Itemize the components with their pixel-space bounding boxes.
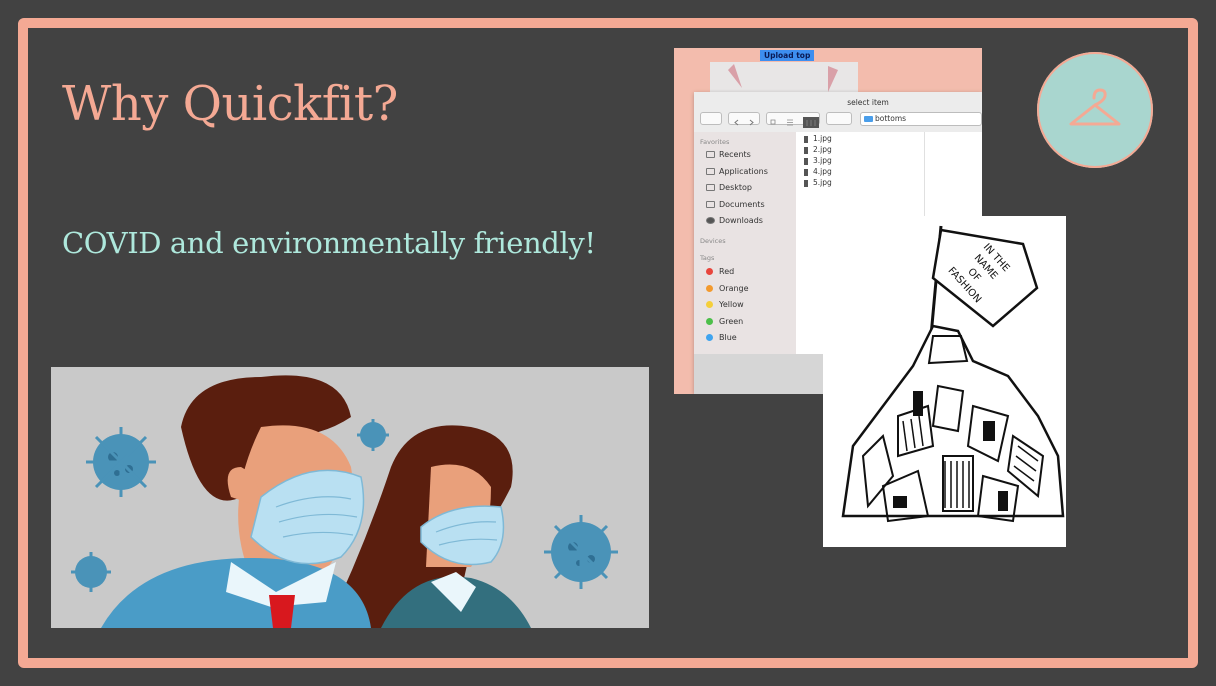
back-forward-icon[interactable] xyxy=(728,112,760,126)
quickfit-logo xyxy=(1037,52,1153,168)
downloads-icon xyxy=(706,217,715,224)
file-item[interactable]: 5.jpg xyxy=(804,178,832,187)
file-icon xyxy=(804,179,808,187)
tag-red[interactable]: Red xyxy=(706,267,734,276)
file-icon xyxy=(804,157,808,165)
sidebar-item-recents[interactable]: Recents xyxy=(706,150,751,159)
sidebar-item-applications[interactable]: Applications xyxy=(706,167,768,176)
file-icon xyxy=(804,168,808,176)
view-mode-icon[interactable] xyxy=(766,112,820,128)
finder-window-title: select item xyxy=(847,98,889,107)
finder-sidebar: Favorites Recents Applications Desktop D… xyxy=(694,132,796,354)
file-icon xyxy=(804,146,808,154)
yellow-tag-icon xyxy=(706,301,713,308)
tag-orange[interactable]: Orange xyxy=(706,284,749,293)
covid-masks-illustration xyxy=(51,367,649,628)
slide-title: Why Quickfit? xyxy=(62,76,398,132)
tags-header: Tags xyxy=(700,254,715,262)
desktop-icon xyxy=(706,184,715,191)
arrange-icon[interactable] xyxy=(826,112,852,125)
file-item[interactable]: 2.jpg xyxy=(804,145,832,154)
green-tag-icon xyxy=(706,318,713,325)
blue-tag-icon xyxy=(706,334,713,341)
upload-top-button[interactable]: Upload top xyxy=(760,50,815,61)
file-item[interactable]: 4.jpg xyxy=(804,167,832,176)
favorites-header: Favorites xyxy=(700,138,730,146)
sidebar-item-desktop[interactable]: Desktop xyxy=(706,183,752,192)
folder-dropdown[interactable]: bottoms xyxy=(860,112,982,126)
file-item[interactable]: 3.jpg xyxy=(804,156,832,165)
tag-yellow[interactable]: Yellow xyxy=(706,300,744,309)
devices-header: Devices xyxy=(700,237,726,245)
red-tag-icon xyxy=(706,268,713,275)
recents-icon xyxy=(706,151,715,158)
sidebar-item-downloads[interactable]: Downloads xyxy=(706,216,763,225)
file-icon xyxy=(804,135,808,143)
file-item[interactable]: 1.jpg xyxy=(804,134,832,143)
tag-blue[interactable]: Blue xyxy=(706,333,737,342)
tag-green[interactable]: Green xyxy=(706,317,743,326)
fashion-waste-sketch: IN THE NAME OF FASHION xyxy=(823,216,1066,547)
documents-icon xyxy=(706,201,715,208)
applications-icon xyxy=(706,168,715,175)
slide-subtitle: COVID and environmentally friendly! xyxy=(62,226,596,260)
sidebar-item-documents[interactable]: Documents xyxy=(706,200,765,209)
sidebar-toggle-icon[interactable] xyxy=(700,112,722,125)
hanger-icon xyxy=(1069,88,1121,126)
orange-tag-icon xyxy=(706,285,713,292)
